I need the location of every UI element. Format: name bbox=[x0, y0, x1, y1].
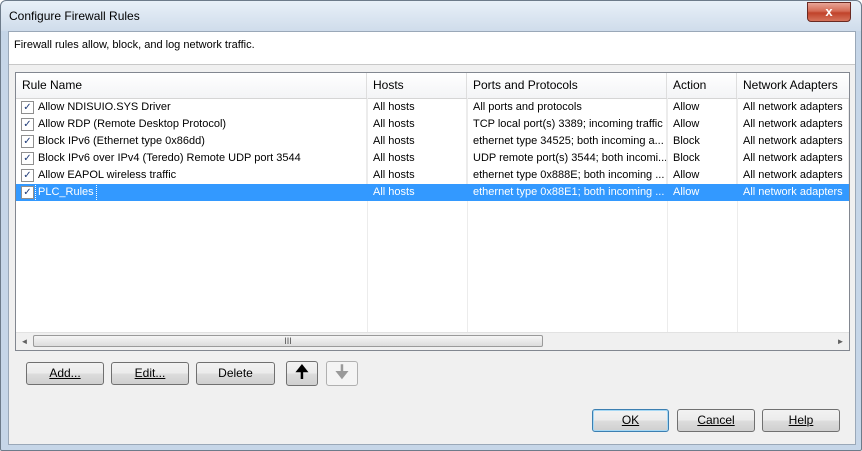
rule-enabled-checkbox[interactable]: ✓ bbox=[21, 135, 34, 148]
cell-action: Allow bbox=[667, 167, 737, 184]
add-button-label: Add... bbox=[49, 366, 81, 380]
edit-button-label: Edit... bbox=[134, 366, 166, 380]
scroll-right-arrow-icon[interactable]: ► bbox=[832, 333, 849, 350]
cell-name: ✓ Allow NDISUIO.SYS Driver bbox=[16, 99, 367, 116]
scroll-left-arrow-icon[interactable]: ◄ bbox=[16, 333, 33, 350]
column-header-ports[interactable]: Ports and Protocols bbox=[467, 73, 667, 98]
cell-action: Allow bbox=[667, 184, 737, 201]
table-row[interactable]: ✓ Block IPv6 over IPv4 (Teredo) Remote UD… bbox=[16, 150, 849, 167]
cell-hosts: All hosts bbox=[367, 184, 467, 201]
cell-name: ✓ Block IPv6 over IPv4 (Teredo) Remote UD… bbox=[16, 150, 367, 167]
table-row[interactable]: ✓ PLC_Rules All hosts ethernet type 0x88E1;… bbox=[16, 184, 849, 201]
rules-table: Rule Name Hosts Ports and Protocols Acti… bbox=[15, 72, 850, 351]
rule-name-text: Block IPv6 (Ethernet type 0x86dd) bbox=[38, 135, 205, 147]
table-header: Rule Name Hosts Ports and Protocols Acti… bbox=[16, 73, 849, 99]
rule-enabled-checkbox[interactable]: ✓ bbox=[21, 118, 34, 131]
cell-adapters: All network adapters bbox=[737, 99, 849, 116]
table-row[interactable]: ✓ Allow RDP (Remote Desktop Protocol) All … bbox=[16, 116, 849, 133]
delete-button-label: Delete bbox=[218, 366, 253, 380]
move-down-button[interactable]: 🠋 bbox=[326, 361, 358, 386]
table-row[interactable]: ✓ Block IPv6 (Ethernet type 0x86dd) All ho… bbox=[16, 133, 849, 150]
scrollbar-thumb[interactable]: III bbox=[33, 335, 543, 347]
rule-enabled-checkbox[interactable]: ✓ bbox=[21, 186, 34, 199]
cell-name: ✓ PLC_Rules bbox=[16, 184, 367, 201]
cell-hosts: All hosts bbox=[367, 116, 467, 133]
rule-name-text: Block IPv6 over IPv4 (Teredo) Remote UDP… bbox=[38, 152, 301, 164]
dialog-client-area: Firewall rules allow, block, and log net… bbox=[8, 31, 856, 445]
edit-button[interactable]: Edit... bbox=[111, 362, 189, 385]
cell-hosts: All hosts bbox=[367, 99, 467, 116]
cell-action: Allow bbox=[667, 116, 737, 133]
arrow-up-icon: 🠉 bbox=[294, 362, 310, 382]
rule-name-text: Allow NDISUIO.SYS Driver bbox=[38, 101, 171, 113]
ok-button-label: OK bbox=[621, 413, 640, 427]
horizontal-scrollbar[interactable]: ◄ III ► bbox=[16, 332, 849, 350]
cell-name: ✓ Block IPv6 (Ethernet type 0x86dd) bbox=[16, 133, 367, 150]
column-header-hosts[interactable]: Hosts bbox=[367, 73, 467, 98]
description-text: Firewall rules allow, block, and log net… bbox=[14, 39, 255, 51]
cell-ports: All ports and protocols bbox=[467, 99, 667, 116]
ok-button[interactable]: OK bbox=[592, 409, 669, 432]
rule-name-text: Allow RDP (Remote Desktop Protocol) bbox=[38, 118, 227, 130]
cell-ports: ethernet type 0x88E1; both incoming ... bbox=[467, 184, 667, 201]
cell-action: Block bbox=[667, 150, 737, 167]
table-row[interactable]: ✓ Allow NDISUIO.SYS Driver All hosts All po… bbox=[16, 99, 849, 116]
cell-ports: ethernet type 0x888E; both incoming ... bbox=[467, 167, 667, 184]
cell-hosts: All hosts bbox=[367, 133, 467, 150]
help-button-label: Help bbox=[788, 413, 814, 427]
column-header-action[interactable]: Action bbox=[667, 73, 737, 98]
table-row[interactable]: ✓ Allow EAPOL wireless traffic All hosts et… bbox=[16, 167, 849, 184]
column-header-adapters[interactable]: Network Adapters bbox=[737, 73, 849, 98]
cell-adapters: All network adapters bbox=[737, 116, 849, 133]
cell-ports: TCP local port(s) 3389; incoming traffic bbox=[467, 116, 667, 133]
dialog-window: Configure Firewall Rules x Firewall rule… bbox=[0, 0, 862, 451]
cell-hosts: All hosts bbox=[367, 167, 467, 184]
cell-action: Block bbox=[667, 133, 737, 150]
description-band: Firewall rules allow, block, and log net… bbox=[9, 32, 855, 65]
cell-hosts: All hosts bbox=[367, 150, 467, 167]
cell-name: ✓ Allow EAPOL wireless traffic bbox=[16, 167, 367, 184]
rule-enabled-checkbox[interactable]: ✓ bbox=[21, 152, 34, 165]
cell-name: ✓ Allow RDP (Remote Desktop Protocol) bbox=[16, 116, 367, 133]
rule-name-text: Allow EAPOL wireless traffic bbox=[38, 169, 177, 181]
cell-action: Allow bbox=[667, 99, 737, 116]
rule-name-text: PLC_Rules bbox=[35, 184, 97, 201]
help-button[interactable]: Help bbox=[762, 409, 840, 432]
rule-enabled-checkbox[interactable]: ✓ bbox=[21, 169, 34, 182]
add-button[interactable]: Add... bbox=[26, 362, 104, 385]
column-header-rule-name[interactable]: Rule Name bbox=[16, 73, 367, 98]
cell-adapters: All network adapters bbox=[737, 150, 849, 167]
window-title: Configure Firewall Rules bbox=[9, 9, 140, 23]
cell-ports: UDP remote port(s) 3544; both incomi... bbox=[467, 150, 667, 167]
delete-button[interactable]: Delete bbox=[196, 362, 275, 385]
move-up-button[interactable]: 🠉 bbox=[286, 361, 318, 386]
cell-adapters: All network adapters bbox=[737, 184, 849, 201]
title-bar[interactable]: Configure Firewall Rules x bbox=[1, 1, 861, 31]
cell-adapters: All network adapters bbox=[737, 167, 849, 184]
cell-ports: ethernet type 34525; both incoming a... bbox=[467, 133, 667, 150]
arrow-down-icon: 🠋 bbox=[334, 362, 350, 382]
cancel-button[interactable]: Cancel bbox=[677, 409, 755, 432]
cancel-button-label: Cancel bbox=[697, 413, 735, 427]
cell-adapters: All network adapters bbox=[737, 133, 849, 150]
rule-enabled-checkbox[interactable]: ✓ bbox=[21, 101, 34, 114]
close-button[interactable]: x bbox=[807, 2, 851, 22]
